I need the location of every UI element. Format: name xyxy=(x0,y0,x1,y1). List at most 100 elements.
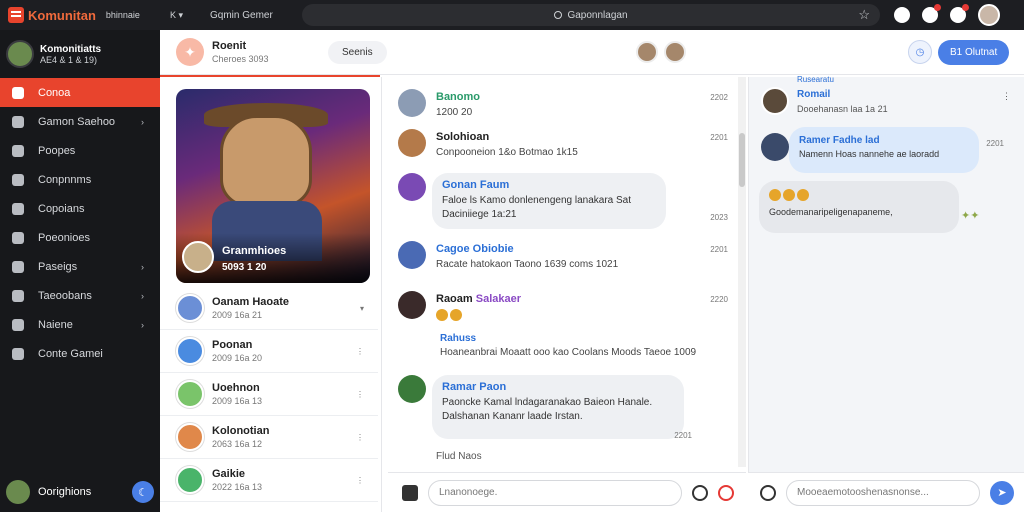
emoji-picker-icon[interactable] xyxy=(760,484,776,501)
game-icon xyxy=(12,115,24,128)
send-icon[interactable]: ➤ xyxy=(990,480,1014,505)
list-item[interactable]: Kolonotian 2063 16a 12 ⋮ xyxy=(160,416,378,459)
channel-sub: 2022 16a 13 xyxy=(212,482,263,492)
profile[interactable]: Komonitiatts AE4 & 1 & 19) xyxy=(0,30,160,78)
sidebar-item-5[interactable]: Poeonioes xyxy=(0,223,160,252)
message-avatar xyxy=(398,173,426,201)
chevron-down-icon[interactable]: ▾ xyxy=(360,304,364,313)
channel-avatar xyxy=(176,294,204,322)
sidebar-item-6[interactable]: Paseigs › xyxy=(0,252,160,281)
notification-badge xyxy=(934,4,941,11)
chat-scrollbar[interactable] xyxy=(738,77,746,467)
chat-icon xyxy=(12,173,24,186)
message[interactable]: Banomo 1200 20 2202 xyxy=(388,89,736,123)
list-item[interactable]: Uoehnon 2009 16a 13 ⋮ xyxy=(160,373,378,416)
featured-card[interactable]: Granmhioes 5093 1 20 xyxy=(176,89,370,283)
more-icon[interactable]: ⋮ xyxy=(356,390,364,399)
profile-sub: AE4 & 1 & 19) xyxy=(40,54,98,65)
message-input[interactable]: Lnanonoege. xyxy=(428,479,682,506)
moon-icon[interactable]: ☾ xyxy=(132,481,154,503)
sidebar-item-8[interactable]: Naiene › xyxy=(0,310,160,339)
message[interactable]: Gonan Faum Faloe ls Kamo donlenengeng la… xyxy=(388,173,736,233)
message-text: Paoncke Kamal lndagaranakao Baieon Hanal… xyxy=(442,397,653,408)
list-item[interactable]: Poonan 2009 16a 20 ⋮ xyxy=(160,330,378,373)
sticker-icon[interactable] xyxy=(718,484,734,501)
more-icon[interactable]: ⋮ xyxy=(1002,91,1011,102)
sidebar-item-7[interactable]: Taeoobans › xyxy=(0,281,160,310)
message-text: Faloe ls Kamo donlenengeng lanakara Sat xyxy=(442,195,632,206)
game-label[interactable]: Gqmin Gemer xyxy=(210,10,290,21)
footer-avatar[interactable] xyxy=(6,480,30,504)
thread-count: Rusearatu xyxy=(797,75,834,84)
thread-reply-time: 2201 xyxy=(986,139,1004,148)
top-bar: Komunitan bhinnaie K ▾ Gqmin Gemer Gapon… xyxy=(0,0,1024,30)
message-author-first: Raoam xyxy=(436,293,473,305)
reaction-emojis xyxy=(769,189,949,202)
join-button[interactable]: B1 Olutnat xyxy=(938,39,1010,65)
language-select[interactable]: K ▾ xyxy=(170,10,210,21)
more-icon[interactable]: ⋮ xyxy=(356,433,364,442)
message-text-2: Daciniiege 1a:21 xyxy=(442,209,517,220)
discover-icon[interactable] xyxy=(894,7,910,23)
thread-composer: Mooeaemotooshenasnonse... ➤ xyxy=(748,472,1024,512)
sidebar-item-2[interactable]: Poopes xyxy=(0,136,160,165)
list-item[interactable]: Gaikie 2022 16a 13 ⋮ xyxy=(160,459,378,502)
sidebar-item-0[interactable]: Conoa xyxy=(0,78,160,107)
sidebar-item-label: Conte Gamei xyxy=(38,347,103,360)
thread-sub: Dooehanasn laa 1a 21 xyxy=(797,104,888,114)
message-time: 2201 xyxy=(710,133,728,142)
emoji-icon xyxy=(797,189,809,202)
message[interactable]: Flud Naos xyxy=(388,449,736,467)
scroll-thumb[interactable] xyxy=(739,133,745,187)
emoji-icon xyxy=(769,189,781,202)
message-author: Raoam Salakaer xyxy=(436,293,521,305)
member-avatar xyxy=(636,41,658,63)
message[interactable]: Raoam Salakaer 2220 xyxy=(388,291,736,325)
thread-reply-bubble[interactable]: Ramer Fadhe lad Namenn Hoas nannehe ae l… xyxy=(789,127,979,173)
star-icon[interactable]: ☆ xyxy=(858,7,870,23)
group-icon xyxy=(12,231,24,244)
sidebar-item-9[interactable]: Conte Gamei xyxy=(0,339,160,368)
sidebar-footer: Oorighions ☾ xyxy=(6,480,154,504)
member-avatar xyxy=(664,41,686,63)
messages-icon[interactable] xyxy=(950,4,969,23)
sidebar-item-3[interactable]: Conpnnms xyxy=(0,165,160,194)
more-icon[interactable]: ⋮ xyxy=(356,347,364,356)
more-icon[interactable]: ⋮ xyxy=(356,476,364,485)
thread-input[interactable]: Mooeaemotooshenasnonse... xyxy=(786,479,980,506)
group-pill-button[interactable]: Seenis xyxy=(328,40,387,64)
message-avatar xyxy=(398,89,426,117)
channel-sub: 2009 16a 20 xyxy=(212,353,263,363)
brand-name: Komunitan xyxy=(28,7,96,23)
member-avatars[interactable] xyxy=(636,41,686,63)
brand[interactable]: Komunitan bhinnaie xyxy=(0,7,170,23)
message[interactable]: Cagoe Obiobie Racate hatokaon Taono 1639… xyxy=(388,241,736,275)
search-bar[interactable]: Gaponnlagan ☆ xyxy=(302,4,880,26)
sidebar-item-4[interactable]: Copoians xyxy=(0,194,160,223)
message[interactable]: Ramar Paon Paoncke Kamal lndagaranakao B… xyxy=(388,375,736,441)
reaction-icon[interactable]: ✦✦ xyxy=(961,209,979,222)
brand-subtitle: bhinnaie xyxy=(105,10,140,20)
channel-sub: 2009 16a 13 xyxy=(212,396,263,406)
message[interactable]: Solohioan Conpooneion 1&o Botmao 1k15 22… xyxy=(388,129,736,163)
hero-illustration xyxy=(220,115,312,207)
message-author: Flud Naos xyxy=(436,451,482,462)
thread-header[interactable]: Rusearatu Romail Dooehanasn laa 1a 21 ⋮ xyxy=(761,75,1013,119)
emoji-picker-icon[interactable] xyxy=(692,484,708,501)
channel-sub: 2063 16a 12 xyxy=(212,439,263,449)
footer-label: Oorighions xyxy=(38,486,92,498)
search-icon xyxy=(12,202,24,215)
group-logo-icon: ✦ xyxy=(176,38,204,66)
info-icon[interactable]: ◷ xyxy=(908,40,932,64)
emoji-icon xyxy=(450,309,462,321)
notification-icon[interactable] xyxy=(922,4,941,23)
message[interactable]: Rahuss Hoaneanbrai Moaatt ooo kao Coolan… xyxy=(388,331,736,361)
channel-avatar xyxy=(176,423,204,451)
user-avatar[interactable] xyxy=(978,4,1000,26)
list-item[interactable]: Oanam Haoate 2009 16a 21 ▾ xyxy=(160,287,378,330)
thread-reaction-bubble[interactable]: Goodemanaripeligenapaneme, xyxy=(759,181,959,233)
emoji-icon xyxy=(436,309,448,321)
message-composer: Lnanonoege. xyxy=(388,472,746,512)
attach-icon[interactable] xyxy=(402,484,418,501)
sidebar-item-1[interactable]: Gamon Saehoo › xyxy=(0,107,160,136)
